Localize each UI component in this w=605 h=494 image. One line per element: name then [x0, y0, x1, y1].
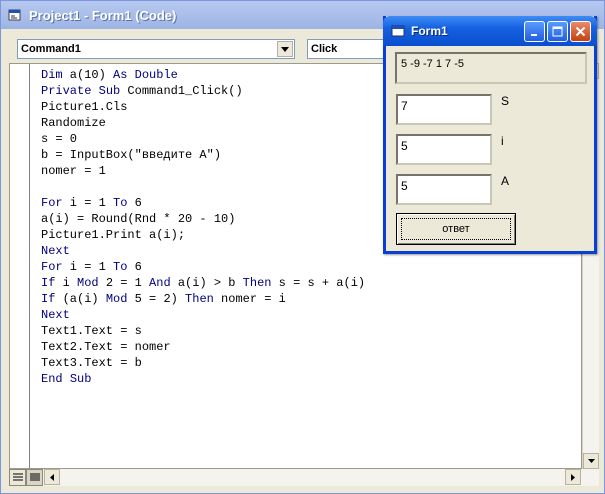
code-line: If i Mod 2 = 1 And a(i) > b Then s = s +…	[41, 276, 366, 290]
code-line: Text1.Text = s	[41, 324, 142, 338]
code-line: Private Sub Command1_Click()	[41, 84, 243, 98]
code-line: Text2.Text = nomer	[41, 340, 171, 354]
procedure-combo-value: Click	[311, 43, 338, 55]
scroll-down-icon[interactable]	[583, 453, 599, 469]
maximize-icon	[552, 26, 563, 37]
code-line: If (a(i) Mod 5 = 2) Then nomer = i	[41, 292, 286, 306]
text3-label: A	[501, 174, 510, 188]
code-lines: Dim a(10) As Double Private Sub Command1_…	[41, 67, 365, 387]
code-line: Picture1.Cls	[41, 100, 128, 114]
form1-window: Form1 5 -9 -7 1 7 -5 7 S 5 i 5 A ответ	[383, 16, 597, 254]
picture1-output: 5 -9 -7 1 7 -5	[395, 52, 587, 84]
chevron-down-icon[interactable]	[277, 41, 293, 57]
procedure-view-icon[interactable]	[9, 469, 26, 486]
scroll-left-icon[interactable]	[44, 469, 60, 485]
code-line: For i = 1 To 6	[41, 260, 142, 274]
full-module-view-icon[interactable]	[26, 469, 43, 486]
code-line: Next	[41, 308, 70, 322]
code-line: For i = 1 To 6	[41, 196, 142, 210]
code-line: Next	[41, 244, 70, 258]
code-line: s = 0	[41, 132, 78, 146]
code-window-icon	[8, 9, 21, 21]
form-icon	[391, 25, 405, 37]
code-line: Picture1.Print a(i);	[41, 228, 186, 242]
procedure-combo[interactable]: Click	[307, 39, 393, 59]
code-line: a(i) = Round(Rnd * 20 - 10)	[41, 212, 236, 226]
text2-label: i	[501, 134, 504, 148]
code-line: Text3.Text = b	[41, 356, 142, 370]
code-line: Randomize	[41, 116, 106, 130]
object-combo[interactable]: Command1	[17, 39, 295, 59]
text1-label: S	[501, 94, 510, 108]
answer-button-label: ответ	[401, 218, 511, 240]
answer-button[interactable]: ответ	[396, 213, 516, 245]
form1-title: Form1	[411, 24, 448, 38]
code-line: End Sub	[41, 372, 92, 386]
close-button[interactable]	[570, 21, 591, 42]
text1-field[interactable]: 7	[396, 94, 492, 125]
text3-field[interactable]: 5	[396, 174, 492, 205]
minimize-button[interactable]	[524, 21, 545, 42]
code-gutter	[10, 64, 30, 468]
maximize-button[interactable]	[547, 21, 568, 42]
scroll-right-icon[interactable]	[565, 469, 581, 485]
object-combo-value: Command1	[21, 43, 81, 55]
horizontal-scrollbar[interactable]	[9, 469, 599, 486]
code-line: nomer = 1	[41, 164, 106, 178]
code-line: b = InputBox("введите A")	[41, 148, 222, 162]
code-window-title: Project1 - Form1 (Code)	[29, 7, 177, 23]
close-icon	[575, 26, 586, 37]
minimize-icon	[530, 33, 537, 36]
form1-titlebar[interactable]: Form1	[383, 16, 597, 46]
text2-field[interactable]: 5	[396, 134, 492, 165]
code-line: Dim a(10) As Double	[41, 68, 178, 82]
